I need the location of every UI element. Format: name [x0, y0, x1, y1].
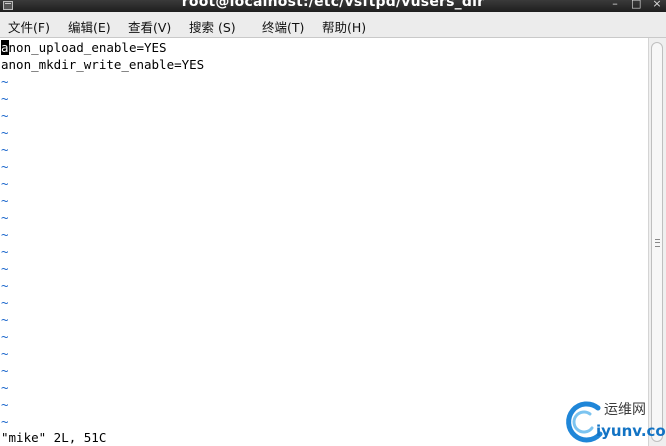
menu-edit[interactable]: 编辑(E) — [68, 17, 111, 36]
maximize-icon[interactable]: □ — [631, 0, 641, 10]
empty-line-marker: ~ — [1, 312, 9, 327]
empty-line-marker: ~ — [1, 397, 9, 412]
empty-line-marker: ~ — [1, 380, 9, 395]
site-watermark: 运维网 iyunv.com — [560, 396, 666, 446]
terminal-area[interactable]: anon_upload_enable=YES anon_mkdir_write_… — [0, 38, 648, 446]
menu-file[interactable]: 文件(F) — [8, 17, 50, 36]
text-cursor: a — [1, 40, 9, 55]
empty-line-marker: ~ — [1, 261, 9, 276]
line-1-text: non_upload_enable=YES — [8, 40, 167, 55]
empty-line-marker: ~ — [1, 142, 9, 157]
watermark-text-cn: 运维网 — [604, 402, 646, 418]
menu-bar: 文件(F) 编辑(E) 查看(V) 搜索 (S) 终端(T) 帮助(H) — [0, 12, 666, 38]
window-titlebar[interactable]: root@localhost:/etc/vsftpd/vusers_dir – … — [0, 0, 666, 12]
watermark-text-url: iyunv.com — [596, 422, 666, 440]
vertical-scrollbar[interactable] — [648, 38, 666, 446]
menu-help[interactable]: 帮助(H) — [322, 17, 366, 36]
scrollbar-grip-icon — [655, 239, 660, 247]
menu-terminal[interactable]: 终端(T) — [262, 17, 304, 36]
menu-view[interactable]: 查看(V) — [128, 17, 171, 36]
empty-line-marker: ~ — [1, 278, 9, 293]
empty-line-marker: ~ — [1, 176, 9, 191]
close-icon[interactable]: × — [652, 0, 662, 10]
scrollbar-thumb[interactable] — [651, 42, 663, 442]
empty-line-marker: ~ — [1, 295, 9, 310]
empty-line-marker: ~ — [1, 74, 9, 89]
empty-line-marker: ~ — [1, 159, 9, 174]
empty-line-marker: ~ — [1, 125, 9, 140]
minimize-icon[interactable]: – — [610, 0, 620, 10]
window-controls: – □ × — [610, 0, 662, 10]
empty-line-marker: ~ — [1, 227, 9, 242]
empty-line-marker: ~ — [1, 244, 9, 259]
editor-line-1: anon_upload_enable=YES — [1, 39, 167, 56]
empty-line-marker: ~ — [1, 91, 9, 106]
vi-status-line: "mike" 2L, 51C — [1, 430, 107, 445]
empty-line-marker: ~ — [1, 210, 9, 225]
empty-line-marker: ~ — [1, 363, 9, 378]
empty-line-marker: ~ — [1, 108, 9, 123]
empty-line-marker: ~ — [1, 346, 9, 361]
empty-line-marker: ~ — [1, 193, 9, 208]
empty-line-marker: ~ — [1, 329, 9, 344]
window-title: root@localhost:/etc/vsftpd/vusers_dir — [181, 0, 485, 10]
editor-line-2: anon_mkdir_write_enable=YES — [1, 57, 205, 72]
menu-search[interactable]: 搜索 (S) — [189, 17, 236, 36]
empty-line-marker: ~ — [1, 414, 9, 429]
